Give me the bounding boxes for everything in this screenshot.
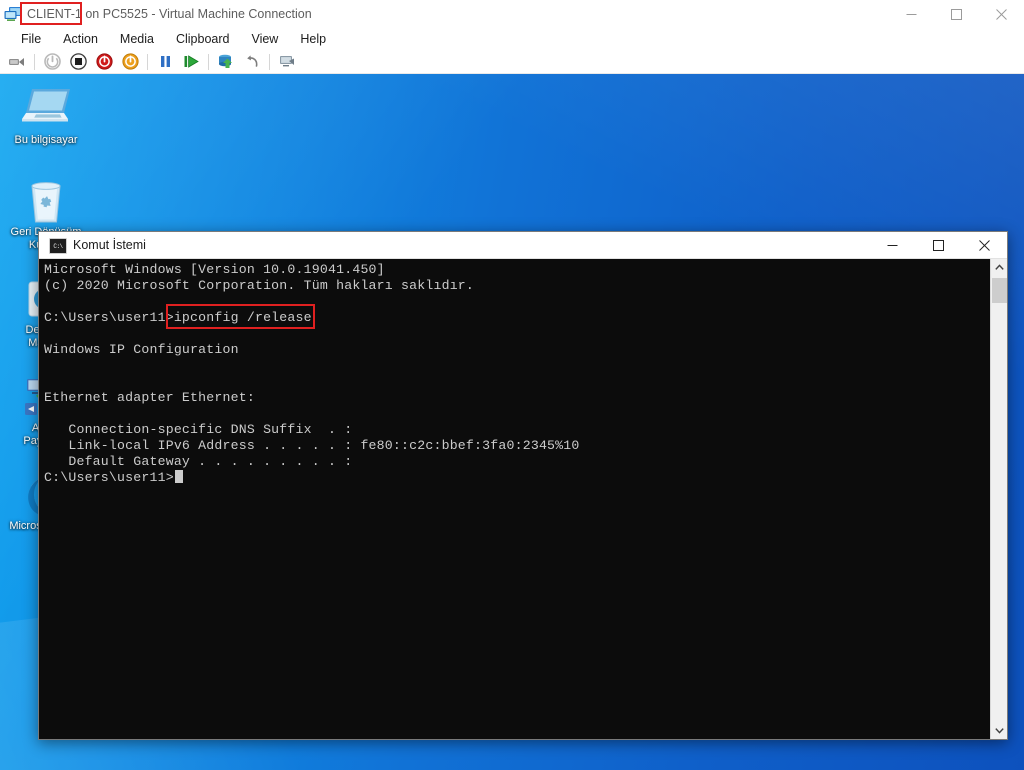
save-state-icon[interactable] — [119, 51, 141, 73]
virtual-machine-connection-window: CLIENT-1 on PC5525 - Virtual Machine Con… — [0, 0, 1024, 770]
menu-view[interactable]: View — [240, 30, 289, 48]
console-lines: Microsoft Windows [Version 10.0.19041.45… — [44, 262, 580, 469]
console-title-bar: C:\ Komut İstemi — [39, 232, 1007, 259]
toolbar-separator — [34, 53, 35, 70]
revert-icon[interactable] — [241, 51, 263, 73]
console-title-text: Komut İstemi — [73, 238, 146, 252]
toolbar-separator — [208, 53, 209, 70]
command-prompt-icon: C:\ — [49, 238, 67, 254]
resume-icon[interactable] — [180, 51, 202, 73]
desktop-icon-this-pc[interactable]: Bu bilgisayar — [8, 86, 84, 147]
vm-close-button[interactable] — [979, 0, 1024, 28]
shut-down-icon[interactable] — [93, 51, 115, 73]
ctrl-alt-delete-icon[interactable] — [6, 51, 28, 73]
pause-icon[interactable] — [154, 51, 176, 73]
menu-bar: File Action Media Clipboard View Help — [0, 28, 1024, 50]
scroll-up-arrow-icon[interactable] — [991, 259, 1008, 276]
console-maximize-button[interactable] — [915, 232, 961, 259]
menu-file[interactable]: File — [10, 30, 52, 48]
console-window-controls — [869, 232, 1007, 259]
vm-maximize-button[interactable] — [934, 0, 979, 28]
console-prompt: C:\Users\user11> — [44, 470, 174, 485]
vm-minimize-button[interactable] — [889, 0, 934, 28]
menu-help[interactable]: Help — [289, 30, 337, 48]
scroll-down-arrow-icon[interactable] — [991, 722, 1008, 739]
virtual-machine-icon — [4, 5, 24, 23]
console-scrollbar[interactable] — [990, 259, 1007, 739]
menu-clipboard[interactable]: Clipboard — [165, 30, 241, 48]
recycle-bin-icon — [8, 178, 84, 224]
toolbar-separator — [147, 53, 148, 70]
menu-action[interactable]: Action — [52, 30, 109, 48]
toolbar — [0, 50, 1024, 74]
text-cursor — [174, 470, 183, 483]
scrollbar-thumb[interactable] — [992, 278, 1007, 303]
command-prompt-icon-text: C:\ — [53, 242, 63, 250]
console-minimize-button[interactable] — [869, 232, 915, 259]
computer-icon — [8, 86, 84, 132]
checkpoint-icon[interactable] — [215, 51, 237, 73]
console-close-button[interactable] — [961, 232, 1007, 259]
menu-media[interactable]: Media — [109, 30, 165, 48]
desktop-icon-label: Bu bilgisayar — [14, 134, 78, 146]
start-icon[interactable] — [41, 51, 63, 73]
console-text: Microsoft Windows [Version 10.0.19041.45… — [44, 262, 989, 486]
toolbar-separator — [269, 53, 270, 70]
vm-title-bar: CLIENT-1 on PC5525 - Virtual Machine Con… — [0, 0, 1024, 29]
enhanced-session-icon[interactable] — [276, 51, 298, 73]
vm-window-controls — [889, 0, 1024, 28]
command-prompt-window: C:\ Komut İstemi Microsoft Windows [Vers… — [38, 231, 1008, 740]
console-output-area[interactable]: Microsoft Windows [Version 10.0.19041.45… — [39, 259, 1007, 739]
turn-off-icon[interactable] — [67, 51, 89, 73]
vm-title-text: CLIENT-1 on PC5525 - Virtual Machine Con… — [27, 7, 312, 21]
